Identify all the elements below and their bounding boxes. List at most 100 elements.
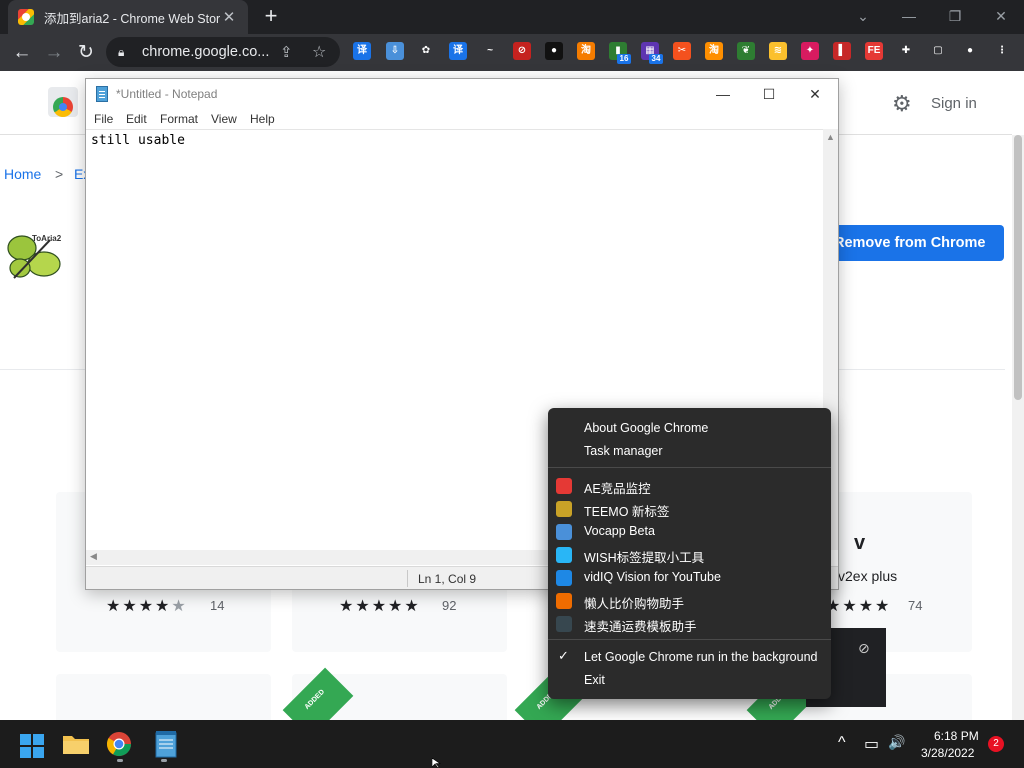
grid-icon[interactable]: ▦ 34 [641,42,663,64]
extension-card[interactable] [56,674,271,720]
notification-badge[interactable]: 2 [988,736,1004,752]
menu-item-extension[interactable]: 懒人比价购物助手 [548,589,831,612]
cursor-position: Ln 1, Col 9 [418,572,477,586]
show-hidden-icons-chevron-icon[interactable]: ^ [838,734,846,752]
extension-icon [556,616,572,632]
notepad-maximize-button[interactable]: ☐ [746,79,792,109]
menu-item-extension[interactable]: vidIQ Vision for YouTube [548,566,831,589]
menu-item-extension[interactable]: Vocapp Beta [548,520,831,543]
puzzle-icon[interactable]: ✚ [897,42,915,60]
reload-button[interactable]: ↻ [72,39,100,67]
kebab-menu-icon[interactable]: ⋮ [993,42,1011,60]
lock-icon: 🔒︎ [118,45,125,59]
share-icon[interactable]: ⇪ [280,43,293,61]
breadcrumb-home[interactable]: Home [4,166,41,182]
new-tab-button[interactable]: + [258,4,284,30]
address-bar[interactable]: 🔒︎ chrome.google.co... ⇪ ☆ [106,37,340,67]
menu-item-run-in-background[interactable]: ✓ Let Google Chrome run in the backgroun… [548,646,831,669]
bookmark-star-icon[interactable]: ☆ [312,42,326,62]
shopping-icon[interactable]: 淘 [577,42,595,60]
breadcrumb-separator: > [55,166,64,182]
chrome-taskbar-button[interactable] [105,728,137,760]
menu-item-exit[interactable]: Exit [548,669,831,692]
notepad-close-button[interactable]: ✕ [792,79,838,109]
scroll-up-arrow-icon[interactable]: ▲ [826,132,835,142]
menu-item-extension[interactable]: WISH标签提取小工具 [548,543,831,566]
browser-tab[interactable]: 添加到aria2 - Chrome Web Store ✕ [8,0,248,34]
notepad-taskbar-button[interactable] [150,728,182,760]
scroll-left-arrow-icon[interactable]: ◀ [90,551,97,562]
notepad-icon [155,731,177,758]
shield-icon[interactable]: ● [545,42,563,60]
tab-close-icon[interactable]: ✕ [220,8,238,26]
menu-item-extension[interactable]: TEEMO 新标签 [548,497,831,520]
running-indicator [117,759,123,762]
window-restore-button[interactable]: ❐ [932,0,978,32]
menu-item-extension[interactable]: 速卖通运费模板助手 [548,612,831,635]
menu-file[interactable]: File [94,112,113,126]
volume-icon[interactable]: 🔊 [888,734,905,751]
menu-item-label: TEEMO 新标签 [584,505,670,519]
menu-edit[interactable]: Edit [126,112,147,126]
chrome-web-store-icon [18,9,34,25]
menu-item-label: 速卖通运费模板助手 [584,620,697,634]
extension-icon [556,501,572,517]
menu-item-about-chrome[interactable]: About Google Chrome [548,417,831,440]
menu-item-label: Vocapp Beta [584,524,655,538]
sidepanel-icon[interactable]: ▢ [929,42,947,60]
translate-icon[interactable]: 译 [449,42,467,60]
start-button[interactable] [20,734,44,758]
scissors-icon[interactable]: ✂ [673,42,691,60]
bookmark-red-icon[interactable]: ▌ [833,42,851,60]
extension-icon [556,593,572,609]
swoosh-icon[interactable]: ~ [481,42,499,60]
tab-search-icon[interactable]: ⌄ [840,0,886,32]
notepad-menubar: File Edit Format View Help [86,109,838,129]
chrome-web-store-logo[interactable] [48,87,78,117]
download-icon[interactable]: ⇩ [386,42,404,60]
notepad-titlebar[interactable]: *Untitled - Notepad — ☐ ✕ [86,79,838,109]
translate-icon[interactable]: 译 [353,42,371,60]
clock-date[interactable]: 3/28/2022 [921,746,974,760]
menu-view[interactable]: View [211,112,237,126]
forward-arrow-icon: → [44,42,64,63]
card-title[interactable]: v2ex plus [838,568,897,584]
block-icon[interactable]: ⊘ [513,42,531,60]
notepad-minimize-button[interactable]: — [700,79,746,109]
menu-item-label: AE竞品监控 [584,482,651,496]
file-explorer-button[interactable] [62,728,94,760]
eye-off-icon[interactable]: ⊘ [858,640,870,657]
notepad-title: *Untitled - Notepad [116,87,218,101]
leaf-icon[interactable]: ❦ [737,42,755,60]
settings-gear-icon[interactable]: ⚙ [892,91,912,117]
clock-time[interactable]: 6:18 PM [934,729,979,743]
browser-toolbar: ← → ↻ 🔒︎ chrome.google.co... ⇪ ☆ 译 ⇩ ✿ 译 ~ ⊘ ●… [0,34,1024,71]
extension-logo-label: ToAria2 [32,234,62,243]
back-button[interactable]: ← [8,39,36,67]
python-icon[interactable]: ≋ [769,42,787,60]
menu-divider [548,639,831,640]
network-icon[interactable]: ▭ [864,734,879,754]
taobao-icon[interactable]: 淘 [705,42,723,60]
badge-icon[interactable]: ✦ [801,42,819,60]
fe-icon[interactable]: FE [865,42,883,60]
chrome-icon [106,732,131,757]
paw-icon[interactable]: ✿ [417,42,435,60]
window-minimize-button[interactable]: — [886,0,932,32]
menu-item-label: 懒人比价购物助手 [584,597,685,611]
menu-item-extension[interactable]: AE竞品监控 [548,474,831,497]
page-scrollbar[interactable] [1012,135,1024,720]
back-arrow-icon: ← [12,42,32,63]
menu-help[interactable]: Help [250,112,275,126]
page-scroll-thumb[interactable] [1014,135,1022,400]
sign-in-link[interactable]: Sign in [931,95,977,112]
window-close-button[interactable]: ✕ [978,0,1024,32]
profile-icon[interactable]: ● [961,42,979,60]
chart-icon[interactable]: ▮ 16 [609,42,631,64]
forward-button[interactable]: → [40,39,68,67]
menu-divider [548,467,831,468]
remove-from-chrome-button[interactable]: Remove from Chrome [830,225,1004,261]
menu-item-task-manager[interactable]: Task manager [548,440,831,463]
menu-format[interactable]: Format [160,112,198,126]
extension-icon [556,478,572,494]
